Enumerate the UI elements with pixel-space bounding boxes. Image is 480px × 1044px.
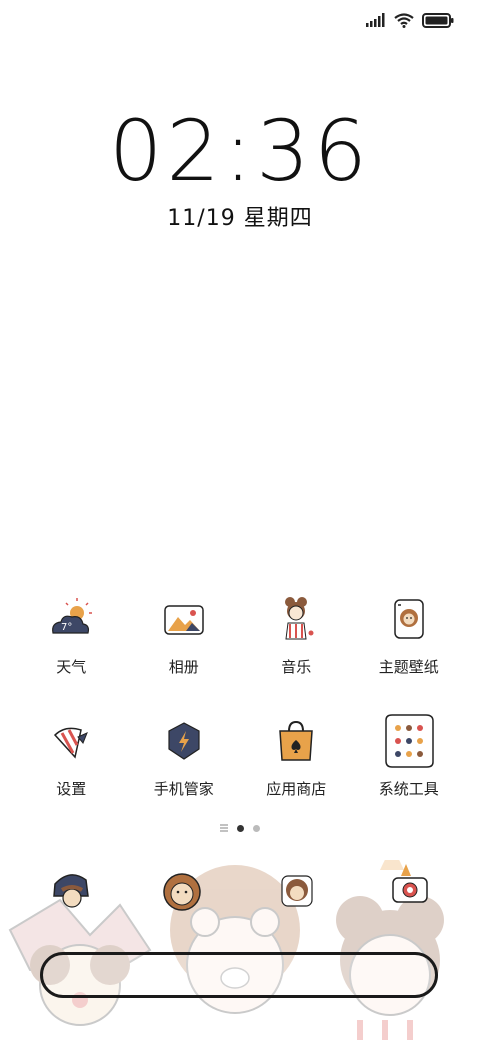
folder-system-tools[interactable]: 系统工具 — [353, 712, 466, 799]
wifi-icon — [394, 12, 414, 28]
app-security[interactable]: 手机管家 — [128, 712, 241, 799]
app-music[interactable]: 音乐 — [240, 590, 353, 677]
app-store-icon — [267, 712, 325, 770]
app-store[interactable]: 应用商店 — [240, 712, 353, 799]
search-bar[interactable] — [40, 952, 438, 998]
app-label: 主题壁纸 — [378, 658, 439, 676]
app-label: 天气 — [56, 658, 87, 676]
page-indicator[interactable] — [0, 824, 480, 832]
lock-clock[interactable]: 02:36 — [0, 102, 480, 200]
app-gallery[interactable]: 相册 — [128, 590, 241, 677]
svg-text:7°: 7° — [61, 622, 72, 633]
page-dot-active — [237, 824, 244, 832]
settings-icon — [42, 712, 100, 770]
app-label: 设置 — [56, 780, 87, 798]
menu-lines-icon — [220, 824, 228, 832]
app-theme[interactable]: 主题壁纸 — [353, 590, 466, 677]
app-label: 应用商店 — [266, 780, 327, 798]
status-bar — [366, 10, 454, 30]
theme-icon — [380, 590, 438, 648]
app-grid-row-1: 7° 天气 相册 音乐 主题壁纸 — [15, 590, 465, 677]
security-icon — [155, 712, 213, 770]
tools-folder-icon — [380, 712, 438, 770]
date-label: 11/19 星期四 — [167, 206, 313, 231]
gallery-icon — [155, 590, 213, 648]
battery-icon — [422, 12, 454, 28]
music-icon — [267, 590, 325, 648]
app-label: 手机管家 — [153, 780, 214, 798]
signal-icon — [366, 13, 385, 27]
dock — [0, 845, 480, 1040]
app-weather[interactable]: 7° 天气 — [15, 590, 128, 677]
app-grid-row-2: 设置 手机管家 应用商店 系统工具 — [15, 712, 465, 799]
app-label: 音乐 — [281, 658, 312, 676]
app-label: 系统工具 — [378, 780, 439, 798]
dock-icon-girl[interactable] — [281, 875, 313, 907]
wallpaper-illustration — [8, 845, 444, 1040]
dock-icon-lion[interactable] — [163, 873, 201, 911]
weather-icon: 7° — [42, 590, 100, 648]
app-label: 相册 — [168, 658, 199, 676]
page-dot — [253, 824, 260, 832]
app-settings[interactable]: 设置 — [15, 712, 128, 799]
